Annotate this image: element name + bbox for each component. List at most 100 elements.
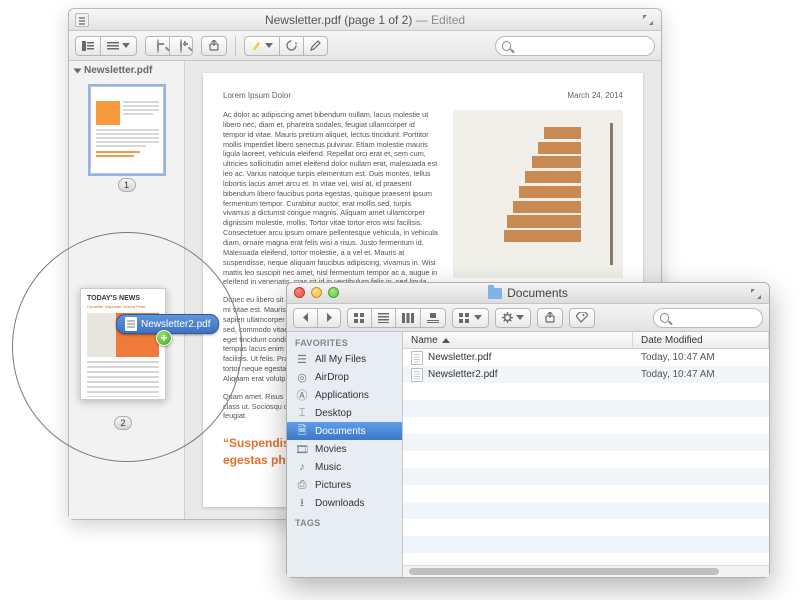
page-header-right: March 24, 2014 xyxy=(567,91,623,100)
finder-search-field[interactable] xyxy=(653,308,763,328)
file-icon xyxy=(411,368,423,382)
scrollbar-thumb[interactable] xyxy=(409,568,719,575)
file-row[interactable]: Newsletter2.pdf Today, 10:47 AM xyxy=(403,366,769,383)
view-thumbnails-button[interactable] xyxy=(75,36,100,56)
finder-toolbar xyxy=(287,304,769,332)
finder-body: FAVORITES ☰All My Files ◎AirDrop ⒶApplic… xyxy=(287,332,769,577)
zoom-out-button[interactable] xyxy=(145,36,169,56)
tags-button[interactable] xyxy=(569,308,595,328)
applications-icon: Ⓐ xyxy=(295,389,309,401)
file-name: Newsletter2.pdf xyxy=(428,369,497,380)
sidebar-item-music[interactable]: ♪Music xyxy=(287,458,402,476)
sidebar-item-desktop[interactable]: ⌶Desktop xyxy=(287,404,402,422)
page-paragraph-1: Ac dolor ac adipiscing amet bibendum nul… xyxy=(223,110,439,287)
toolbar-divider xyxy=(235,36,236,56)
airdrop-icon: ◎ xyxy=(295,371,309,383)
sidebar-category-tags: TAGS xyxy=(287,512,402,530)
thumb2-title: TODAY'S NEWS xyxy=(81,289,165,304)
page-number-badge-2: 2 xyxy=(114,416,132,430)
fullscreen-icon[interactable] xyxy=(749,287,763,301)
finder-titlebar[interactable]: Documents xyxy=(287,283,769,304)
coverflow-view-button[interactable] xyxy=(420,308,446,328)
column-header-date[interactable]: Date Modified xyxy=(633,332,769,348)
all-my-files-icon: ☰ xyxy=(295,353,309,365)
rotate-button[interactable] xyxy=(279,36,303,56)
dropdown-icon xyxy=(474,315,482,320)
view-mode-segment xyxy=(75,36,137,56)
documents-icon: 🗎 xyxy=(295,425,309,437)
view-segment xyxy=(347,308,446,328)
preview-toolbar xyxy=(69,31,661,61)
fullscreen-icon[interactable] xyxy=(641,13,655,27)
finder-sidebar[interactable]: FAVORITES ☰All My Files ◎AirDrop ⒶApplic… xyxy=(287,332,403,577)
file-icon xyxy=(411,351,423,365)
view-content-button[interactable] xyxy=(100,36,137,56)
thumb2-text-lines xyxy=(87,361,159,397)
sidebar-item-airdrop[interactable]: ◎AirDrop xyxy=(287,368,402,386)
dropdown-icon xyxy=(265,43,273,48)
page-thumbnail-1[interactable] xyxy=(90,86,164,174)
sidebar-file-header[interactable]: Newsletter.pdf xyxy=(69,61,184,80)
finder-share-button[interactable] xyxy=(537,308,563,328)
sidebar-file-name: Newsletter.pdf xyxy=(84,65,152,76)
column-header-name[interactable]: Name xyxy=(403,332,633,348)
finder-search-input[interactable] xyxy=(673,311,756,325)
forward-button[interactable] xyxy=(317,308,341,328)
finder-window: Documents FAVORITES ☰All My Files xyxy=(286,282,770,578)
finder-title-text: Documents xyxy=(507,286,568,300)
disclosure-triangle-icon[interactable] xyxy=(74,68,82,73)
page-number-badge-1: 1 xyxy=(118,178,136,192)
list-view-button[interactable] xyxy=(371,308,395,328)
file-date: Today, 10:47 AM xyxy=(633,352,769,363)
search-icon xyxy=(660,313,669,323)
zoom-button[interactable] xyxy=(328,287,339,298)
zoom-out-icon xyxy=(157,39,159,53)
proxy-icon[interactable] xyxy=(75,13,89,27)
edit-button[interactable] xyxy=(303,36,328,56)
pdf-file-icon xyxy=(125,317,137,331)
horizontal-scrollbar[interactable] xyxy=(403,565,769,577)
sidebar-item-downloads[interactable]: ⭳Downloads xyxy=(287,494,402,512)
preview-search-field[interactable] xyxy=(495,36,655,56)
preview-search-input[interactable] xyxy=(515,39,648,53)
desktop-icon: ⌶ xyxy=(295,407,309,419)
close-button[interactable] xyxy=(294,287,305,298)
highlight-button[interactable] xyxy=(244,36,279,56)
downloads-icon: ⭳ xyxy=(295,497,309,509)
sidebar-item-movies[interactable]: 🎞Movies xyxy=(287,440,402,458)
sidebar-item-all-my-files[interactable]: ☰All My Files xyxy=(287,350,402,368)
folder-icon xyxy=(488,288,502,299)
file-row[interactable]: Newsletter.pdf Today, 10:47 AM xyxy=(403,349,769,366)
page-thumbnail-2[interactable]: TODAY'S NEWS Curabitur Vulputate Viverra… xyxy=(80,288,166,400)
zoom-in-button[interactable] xyxy=(169,36,193,56)
title-main: Newsletter.pdf (page 1 of 2) xyxy=(265,13,412,27)
column-view-button[interactable] xyxy=(395,308,420,328)
markup-segment xyxy=(244,36,328,56)
nav-segment xyxy=(293,308,341,328)
sidebar-item-documents[interactable]: 🗎Documents xyxy=(287,422,402,440)
page-header: Lorem Ipsum Dolor March 24, 2014 xyxy=(223,91,623,100)
window-title: Newsletter.pdf (page 1 of 2) — Edited xyxy=(265,13,465,27)
search-icon xyxy=(502,41,511,51)
dropdown-icon xyxy=(516,315,524,320)
page-header-left: Lorem Ipsum Dolor xyxy=(223,91,291,100)
thumb2-subtitle: Curabitur Vulputate Viverra Pede xyxy=(81,304,165,309)
preview-titlebar[interactable]: Newsletter.pdf (page 1 of 2) — Edited xyxy=(69,9,661,31)
file-name: Newsletter.pdf xyxy=(428,352,491,363)
traffic-lights xyxy=(294,287,339,298)
arrange-button[interactable] xyxy=(452,308,489,328)
finder-title: Documents xyxy=(488,286,568,300)
file-date: Today, 10:47 AM xyxy=(633,369,769,380)
dropdown-icon xyxy=(122,43,130,48)
share-button[interactable] xyxy=(201,36,227,56)
back-button[interactable] xyxy=(293,308,317,328)
action-button[interactable] xyxy=(495,308,531,328)
sidebar-category-favorites: FAVORITES xyxy=(287,332,402,350)
pictures-icon: ⎙ xyxy=(295,479,309,491)
sidebar-item-applications[interactable]: ⒶApplications xyxy=(287,386,402,404)
movies-icon: 🎞 xyxy=(295,443,309,455)
minimize-button[interactable] xyxy=(311,287,322,298)
icon-view-button[interactable] xyxy=(347,308,371,328)
file-rows[interactable]: Newsletter.pdf Today, 10:47 AM Newslette… xyxy=(403,349,769,565)
sidebar-item-pictures[interactable]: ⎙Pictures xyxy=(287,476,402,494)
